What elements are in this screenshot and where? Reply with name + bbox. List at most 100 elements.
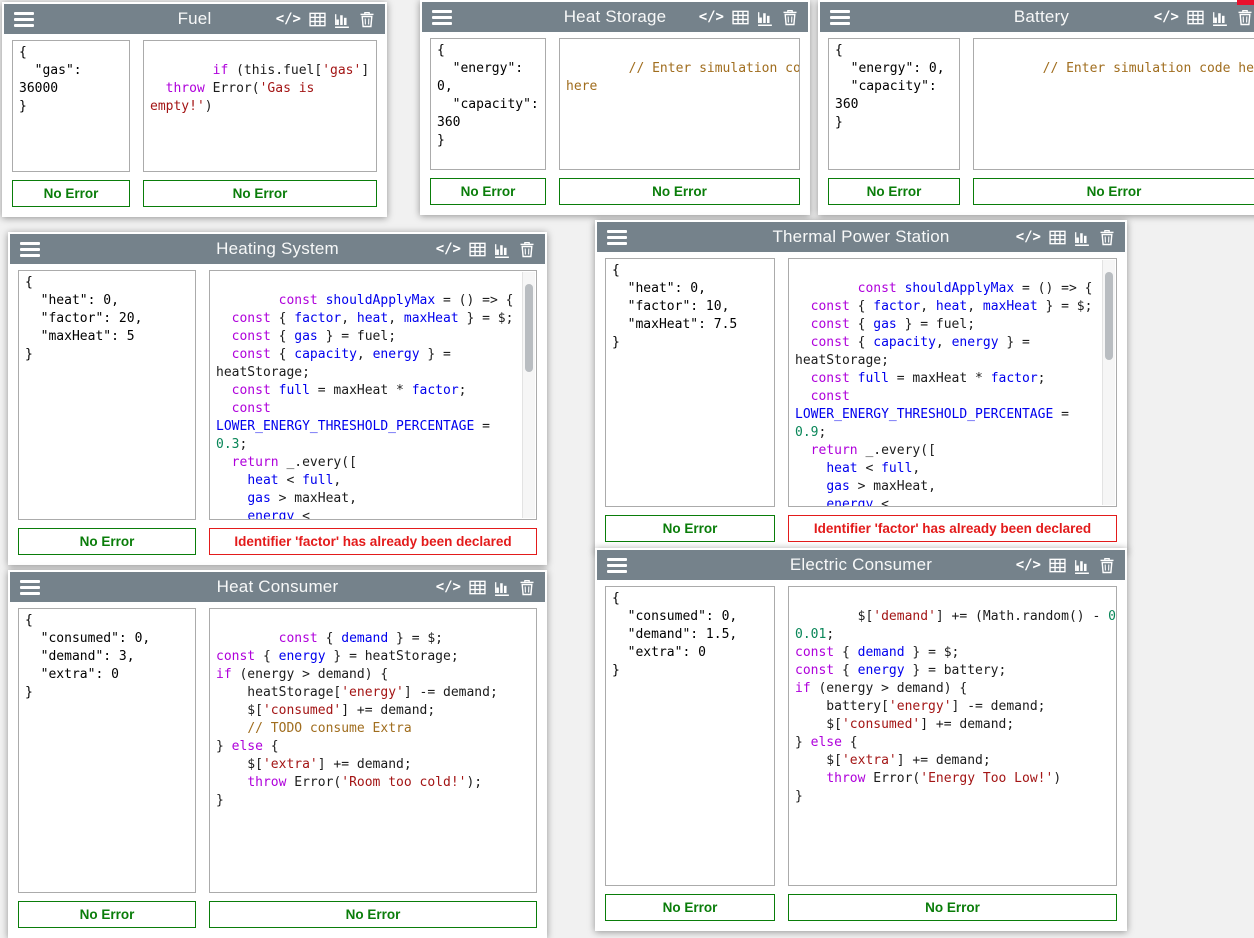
code-icon[interactable]: </> <box>436 242 461 256</box>
table-icon[interactable] <box>469 241 486 258</box>
code-text: $['demand'] += (Math.random() - 0.5) * 0… <box>795 609 1117 804</box>
code-icon[interactable]: </> <box>1016 230 1041 244</box>
editors-row: { "heat": 0, "factor": 20, "maxHeat": 5 … <box>18 270 537 520</box>
card-header[interactable]: Battery </> <box>820 2 1254 32</box>
card-header[interactable]: Fuel </> <box>4 4 385 34</box>
state-status: No Error <box>430 178 546 205</box>
status-row: No Error No Error <box>828 178 1254 205</box>
card-header[interactable]: Heat Consumer </> <box>10 572 545 602</box>
code-text: const { demand } = $; const { energy } =… <box>216 631 498 808</box>
code-icon[interactable]: </> <box>699 10 724 24</box>
state-editor[interactable]: { "heat": 0, "factor": 20, "maxHeat": 5 … <box>18 270 196 520</box>
menu-icon[interactable] <box>14 12 34 27</box>
state-status: No Error <box>18 901 196 928</box>
header-toolbar: </> <box>436 241 535 258</box>
table-icon[interactable] <box>732 9 749 26</box>
code-scrollbar[interactable] <box>522 272 535 518</box>
state-status: No Error <box>605 894 775 921</box>
menu-icon[interactable] <box>20 580 40 595</box>
chart-icon[interactable] <box>1074 557 1091 574</box>
code-status: Identifier 'factor' has already been dec… <box>209 528 537 555</box>
chart-icon[interactable] <box>1212 9 1229 26</box>
chart-icon[interactable] <box>494 579 511 596</box>
editors-row: { "energy": 0, "capacity": 360 } // Ente… <box>828 38 1254 170</box>
code-status: No Error <box>788 894 1117 921</box>
chart-icon[interactable] <box>494 241 511 258</box>
code-status: No Error <box>973 178 1254 205</box>
code-editor[interactable]: $['demand'] += (Math.random() - 0.5) * 0… <box>788 586 1117 886</box>
code-text: // Enter simulation code here <box>566 61 800 94</box>
code-text: const shouldApplyMax = () => { const { f… <box>795 281 1092 507</box>
editors-row: { "gas": 36000 } if (this.fuel['gas'] <=… <box>12 40 377 172</box>
table-icon[interactable] <box>469 579 486 596</box>
code-icon[interactable]: </> <box>1016 558 1041 572</box>
code-status: No Error <box>143 180 377 207</box>
trash-icon[interactable] <box>359 11 375 28</box>
card-header[interactable]: Electric Consumer </> <box>597 550 1125 580</box>
code-status: No Error <box>209 901 537 928</box>
card-header[interactable]: Heating System </> <box>10 234 545 264</box>
window-corner-fragment <box>1237 0 1254 5</box>
header-toolbar: </> <box>276 11 375 28</box>
card-header[interactable]: Thermal Power Station </> <box>597 222 1125 252</box>
code-icon[interactable]: </> <box>1154 10 1179 24</box>
state-status: No Error <box>828 178 960 205</box>
menu-icon[interactable] <box>830 10 850 25</box>
state-editor[interactable]: { "heat": 0, "factor": 10, "maxHeat": 7.… <box>605 258 775 507</box>
menu-icon[interactable] <box>607 558 627 573</box>
component-card: Heating System </> { "heat": 0, "factor"… <box>8 232 547 565</box>
chart-icon[interactable] <box>334 11 351 28</box>
status-row: No Error No Error <box>430 178 800 205</box>
trash-icon[interactable] <box>1099 557 1115 574</box>
status-row: No Error Identifier 'factor' has already… <box>18 528 537 555</box>
code-status: Identifier 'factor' has already been dec… <box>788 515 1117 542</box>
table-icon[interactable] <box>1187 9 1204 26</box>
state-status: No Error <box>12 180 130 207</box>
menu-icon[interactable] <box>432 10 452 25</box>
scrollbar-thumb[interactable] <box>525 284 533 372</box>
code-editor[interactable]: const shouldApplyMax = () => { const { f… <box>788 258 1117 507</box>
code-editor[interactable]: // Enter simulation code here <box>973 38 1254 170</box>
component-card: Battery </> { "energy": 0, "capacity": 3… <box>818 0 1254 215</box>
table-icon[interactable] <box>1049 557 1066 574</box>
editors-row: { "energy": 0, "capacity": 360 } // Ente… <box>430 38 800 170</box>
card-header[interactable]: Heat Storage </> <box>422 2 808 32</box>
menu-icon[interactable] <box>20 242 40 257</box>
code-icon[interactable]: </> <box>276 12 301 26</box>
code-text: const shouldApplyMax = () => { const { f… <box>216 293 513 520</box>
table-icon[interactable] <box>309 11 326 28</box>
code-editor[interactable]: if (this.fuel['gas'] <= 0) throw Error('… <box>143 40 377 172</box>
code-editor[interactable]: const { demand } = $; const { energy } =… <box>209 608 537 893</box>
chart-icon[interactable] <box>757 9 774 26</box>
header-toolbar: </> <box>1154 9 1253 26</box>
state-editor[interactable]: { "gas": 36000 } <box>12 40 130 172</box>
chart-icon[interactable] <box>1074 229 1091 246</box>
code-scrollbar[interactable] <box>1102 260 1115 505</box>
code-editor[interactable]: // Enter simulation code here <box>559 38 800 170</box>
code-editor[interactable]: const shouldApplyMax = () => { const { f… <box>209 270 537 520</box>
header-toolbar: </> <box>436 579 535 596</box>
status-row: No Error No Error <box>12 180 377 207</box>
table-icon[interactable] <box>1049 229 1066 246</box>
trash-icon[interactable] <box>519 241 535 258</box>
trash-icon[interactable] <box>1099 229 1115 246</box>
simulation-board-page: { "colors": { "header_bar": "#75828b", "… <box>0 0 1254 845</box>
component-card: Fuel </> { "gas": 36000 } if (this.fuel[… <box>2 2 387 217</box>
state-editor[interactable]: { "consumed": 0, "demand": 3, "extra": 0… <box>18 608 196 893</box>
trash-icon[interactable] <box>782 9 798 26</box>
state-editor[interactable]: { "consumed": 0, "demand": 1.5, "extra":… <box>605 586 775 886</box>
trash-icon[interactable] <box>519 579 535 596</box>
scrollbar-thumb[interactable] <box>1105 272 1113 360</box>
code-icon[interactable]: </> <box>436 580 461 594</box>
editors-row: { "consumed": 0, "demand": 3, "extra": 0… <box>18 608 537 893</box>
menu-icon[interactable] <box>607 230 627 245</box>
code-status: No Error <box>559 178 800 205</box>
trash-icon[interactable] <box>1237 9 1253 26</box>
status-row: No Error No Error <box>18 901 537 928</box>
state-editor[interactable]: { "energy": 0, "capacity": 360 } <box>430 38 546 170</box>
state-editor[interactable]: { "energy": 0, "capacity": 360 } <box>828 38 960 170</box>
component-card: Heat Storage </> { "energy": 0, "capacit… <box>420 0 810 215</box>
state-status: No Error <box>605 515 775 542</box>
status-row: No Error No Error <box>605 894 1117 921</box>
editors-row: { "heat": 0, "factor": 10, "maxHeat": 7.… <box>605 258 1117 507</box>
